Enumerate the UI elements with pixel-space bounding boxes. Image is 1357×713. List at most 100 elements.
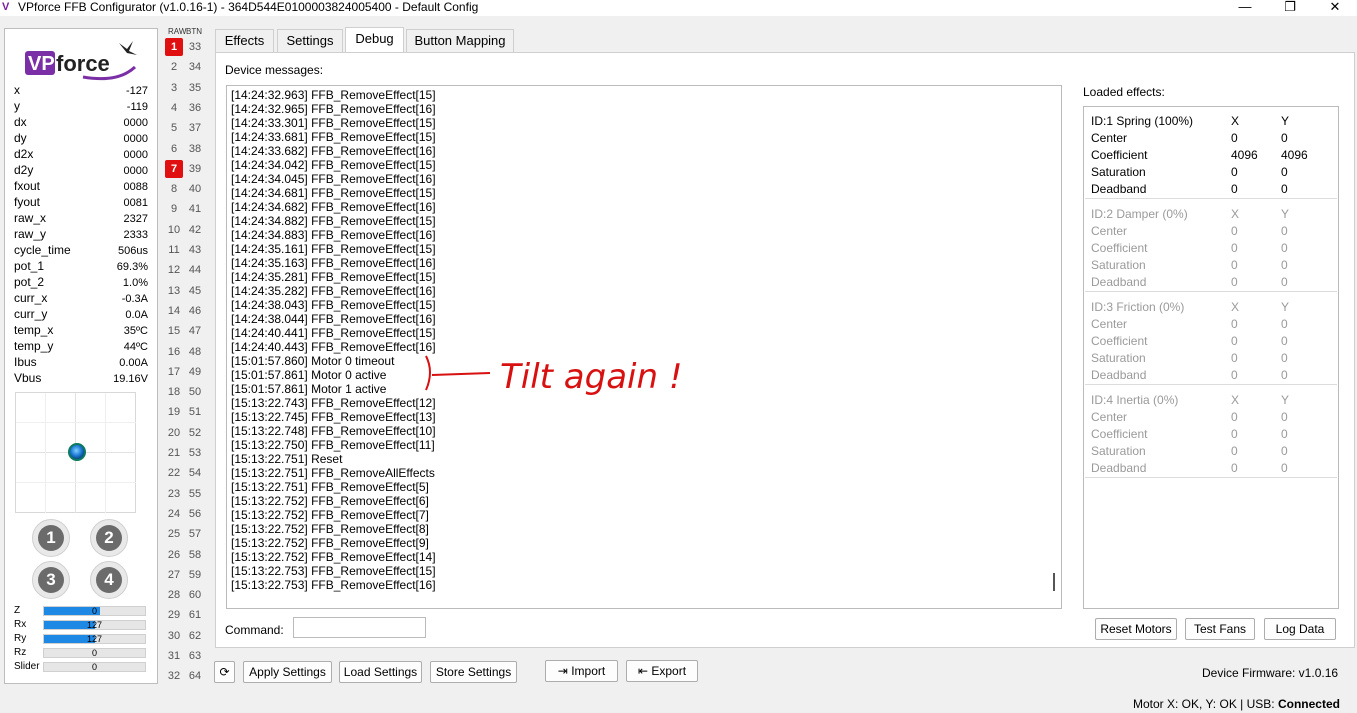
log-line: [14:24:33.682] FFB_RemoveEffect[16] [231, 144, 436, 158]
axis-row: raw_y 2333 [14, 227, 148, 243]
command-label: Command: [225, 623, 284, 637]
export-button[interactable]: ⇤ Export [626, 660, 698, 682]
axis-row: fxout 0088 [14, 179, 148, 195]
effect-x-value: X [1231, 300, 1240, 314]
effect-x-value: 0 [1231, 444, 1238, 458]
window-title: VPforce FFB Configurator (v1.0.16-1) - 3… [18, 0, 479, 14]
log-line: [14:24:38.043] FFB_RemoveEffect[15] [231, 298, 436, 312]
maximize-button[interactable]: ❐ [1270, 0, 1310, 16]
effect-y-value: 0 [1281, 351, 1288, 365]
hat-button-4: 4 [90, 561, 128, 599]
effect-x-value: 0 [1231, 165, 1238, 179]
effect-param-label: Saturation [1091, 351, 1146, 365]
btn-button-indicator: 53 [188, 447, 202, 459]
axis-bar-value: 0 [91, 662, 97, 672]
btn-button-indicator: 39 [188, 162, 202, 175]
axis-panel: VP force x -127 y -119 dx 0000 dy 0000 d2x 0000 d2… [4, 28, 158, 684]
effect-x-value: 0 [1231, 224, 1238, 238]
log-line: [15:13:22.752] FFB_RemoveEffect[9] [231, 536, 429, 550]
axis-bar-row: Ry 127 [14, 633, 147, 646]
tab-button-mapping[interactable]: Button Mapping [406, 29, 514, 52]
axis-label: x [14, 83, 20, 97]
log-line: [15:13:22.753] FFB_RemoveEffect[16] [231, 578, 436, 592]
log-line: [14:24:34.681] FFB_RemoveEffect[15] [231, 186, 436, 200]
log-line: [14:24:34.883] FFB_RemoveEffect[16] [231, 228, 436, 242]
btn-button-indicator: 57 [188, 528, 202, 541]
effect-x-value: 0 [1231, 182, 1238, 196]
axis-bar-row: Z0 [14, 605, 147, 618]
raw-button-indicator: 4 [170, 101, 178, 114]
button-4-label: 4 [96, 567, 122, 593]
raw-button-indicator: 25 [167, 528, 181, 541]
log-line: [15:01:57.861] Motor 1 active [231, 382, 387, 396]
device-firmware: Device Firmware: v1.0.16 [1202, 666, 1339, 680]
load-settings-button[interactable]: Load Settings [339, 661, 422, 683]
btn-button-indicator: 52 [188, 426, 202, 439]
axis-row: dy 0000 [14, 131, 148, 147]
raw-button-indicator: 31 [167, 650, 181, 662]
axis-bar-label: Slider [14, 661, 40, 672]
log-line: [14:24:34.045] FFB_RemoveEffect[16] [231, 172, 436, 186]
log-line: [14:24:35.161] FFB_RemoveEffect[15] [231, 242, 436, 256]
tab-debug[interactable]: Debug [345, 27, 404, 52]
btn-button-indicator: 45 [188, 284, 202, 297]
effect-y-value: 4096 [1281, 148, 1308, 162]
axis-value: 69.3% [116, 261, 148, 273]
axis-bar-track: 0 [43, 662, 146, 672]
effect-group: ID:1 Spring (100%) X Y Center 0 0 Coefficient 4… [1085, 107, 1337, 199]
raw-button-indicator: 18 [167, 386, 181, 399]
raw-button-indicator: 32 [167, 670, 181, 683]
log-line: [14:24:35.163] FFB_RemoveEffect[16] [231, 256, 436, 270]
minimize-button[interactable]: — [1225, 0, 1265, 16]
effect-y-value: 0 [1281, 241, 1288, 255]
log-line: [15:13:22.750] FFB_RemoveEffect[11] [231, 438, 435, 452]
raw-button-indicator: 2 [170, 61, 178, 74]
raw-button-indicator: 29 [167, 609, 181, 622]
axis-value: -127 [125, 85, 148, 97]
axis-bar-row: Rx 127 [14, 619, 147, 632]
import-button[interactable]: ⇥ Import [545, 660, 618, 682]
btn-button-indicator: 33 [188, 41, 202, 53]
store-settings-button[interactable]: Store Settings [430, 661, 517, 683]
effect-param-label: Coefficient [1091, 334, 1148, 348]
command-input[interactable] [293, 617, 426, 638]
btn-button-indicator: 35 [188, 81, 202, 94]
axis-row: curr_y 0.0A [14, 307, 148, 323]
export-label: Export [651, 664, 687, 678]
axis-value: 19.16V [113, 373, 148, 385]
effect-x-value: 0 [1231, 410, 1238, 424]
device-messages-label: Device messages: [225, 63, 324, 77]
apply-settings-button[interactable]: Apply Settings [243, 661, 332, 683]
log-line: [14:24:33.301] FFB_RemoveEffect[15] [231, 116, 436, 130]
raw-button-indicator: 16 [167, 345, 181, 358]
btn-button-indicator: 42 [188, 223, 202, 236]
test-fans-button[interactable]: Test Fans [1185, 618, 1255, 640]
effect-x-value: X [1231, 393, 1240, 407]
effect-group: ID:2 Damper (0%) X Y Center 0 0 Coefficient 0 0 S… [1085, 200, 1337, 292]
btn-button-indicator: 46 [188, 304, 202, 317]
button-2-label: 2 [96, 525, 122, 551]
axis-bar-value: 0 [91, 648, 97, 658]
effect-y-value: 0 [1281, 275, 1288, 289]
log-scrollbar[interactable] [1053, 573, 1055, 591]
axis-value: 0081 [123, 197, 148, 209]
tab-effects[interactable]: Effects [215, 29, 274, 52]
btn-button-indicator: 61 [188, 609, 202, 622]
title-bar: V VPforce FFB Configurator (v1.0.16-1) -… [0, 0, 1357, 16]
refresh-button[interactable]: ⟳ [214, 661, 235, 683]
log-line: [15:01:57.860] Motor 0 timeout [231, 354, 395, 368]
btn-button-indicator: 59 [188, 568, 202, 581]
log-line: [14:24:32.965] FFB_RemoveEffect[16] [231, 102, 436, 116]
effect-y-value: 0 [1281, 182, 1288, 196]
reset-motors-button[interactable]: Reset Motors [1095, 618, 1177, 640]
effect-x-value: 0 [1231, 241, 1238, 255]
raw-button-indicator: 6 [170, 142, 178, 155]
effect-x-value: 0 [1231, 317, 1238, 331]
log-data-button[interactable]: Log Data [1264, 618, 1336, 640]
axis-bar-track: 127 [43, 634, 146, 644]
device-messages-log[interactable]: [14:24:32.963] FFB_RemoveEffect[15] [14:2… [226, 85, 1062, 609]
close-button[interactable]: ✕ [1315, 0, 1355, 16]
btn-button-indicator: 58 [188, 548, 202, 561]
axis-row: y -119 [14, 99, 148, 115]
tab-settings[interactable]: Settings [277, 29, 343, 52]
